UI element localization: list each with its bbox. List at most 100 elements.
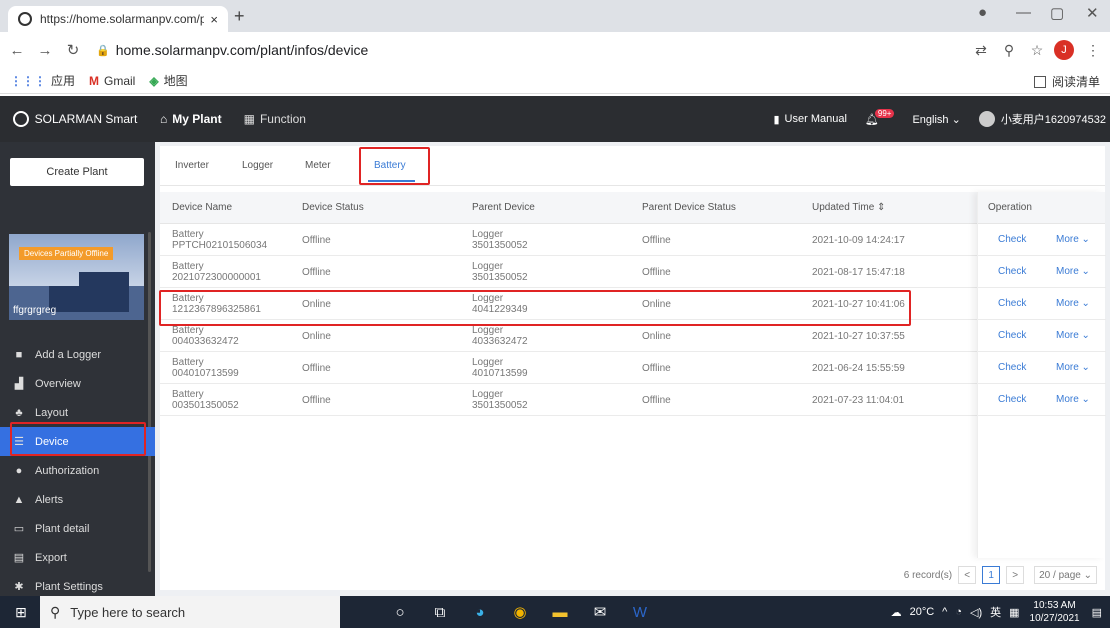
tray-overflow-icon[interactable]: ^ — [942, 606, 947, 618]
col-updated-time[interactable]: Updated Time ⇕ — [812, 192, 885, 224]
page-1-button[interactable]: 1 — [982, 566, 1001, 584]
sidebar-item-export[interactable]: ▤ Export — [0, 543, 155, 572]
sidebar-item-add-logger[interactable]: ■ Add a Logger — [0, 340, 155, 369]
minimize-icon[interactable]: — — [1016, 4, 1031, 21]
notification-center-icon[interactable]: ▤ — [1092, 606, 1102, 619]
taskbar-apps: ○ ⧉ ◕ ◉ ▬ ✉ W — [380, 603, 660, 622]
parent-device-cell-sn: 3501350052 — [472, 400, 528, 411]
maximize-icon[interactable]: ▢ — [1050, 4, 1064, 22]
operation-cell: Check More ⌄ — [978, 224, 1106, 256]
tab-close-icon[interactable]: × — [210, 12, 218, 27]
user-menu[interactable]: 小麦用户1620974532 — [978, 111, 1106, 127]
updated-time-cell-text: 2021-08-17 15:47:18 — [812, 266, 905, 278]
layout-icon: ♣ — [15, 406, 23, 419]
device-name-cell: Battery 2021072300000001 — [172, 256, 261, 288]
create-plant-button[interactable]: Create Plant — [10, 158, 144, 186]
url-field[interactable]: 🔒 home.solarmanpv.com/plant/infos/device — [96, 36, 970, 64]
bookmark-apps[interactable]: ⋮⋮⋮ 应用 — [10, 72, 75, 89]
network-icon[interactable]: ◔ — [955, 606, 962, 618]
more-dropdown[interactable]: More ⌄ — [1056, 234, 1090, 245]
more-dropdown[interactable]: More ⌄ — [1056, 394, 1090, 405]
zoom-icon[interactable]: ⚲ — [998, 42, 1020, 59]
browser-menu-icon[interactable]: ⋮ — [1082, 42, 1104, 59]
tab-meter[interactable]: Meter — [305, 160, 331, 171]
sidebar-item-plant-detail[interactable]: ▭ Plant detail — [0, 514, 155, 543]
user-manual-link[interactable]: ▮ User Manual — [773, 113, 846, 126]
taskbar-search[interactable]: ⚲ Type here to search — [40, 596, 340, 628]
highlight-box — [359, 147, 430, 185]
tab-title: https://home.solarmanpv.com/pl — [40, 12, 205, 26]
next-page-button[interactable]: > — [1006, 566, 1025, 584]
more-dropdown[interactable]: More ⌄ — [1056, 266, 1090, 277]
bookmark-gmail[interactable]: M Gmail — [89, 74, 135, 88]
browser-tab[interactable]: https://home.solarmanpv.com/pl × — [8, 6, 228, 32]
profile-menu-icon[interactable]: ● — [978, 4, 987, 21]
notifications-button[interactable]: 🔔︎ 99+ — [865, 108, 895, 126]
new-tab-button[interactable]: + — [234, 6, 245, 27]
page-size-select[interactable]: 20 / page ⌄ — [1034, 566, 1097, 584]
nav-function[interactable]: ▦ Function — [244, 112, 306, 126]
sidebar-menu: ■ Add a Logger ▟ Overview ♣ Layout ☰ Device … — [0, 340, 155, 601]
ime-indicator[interactable]: 英 — [990, 604, 1001, 620]
sidebar-item-label: Authorization — [35, 464, 100, 477]
parent-device-cell-text: Logger — [472, 325, 504, 336]
device-name-cell-text: Battery — [172, 389, 204, 400]
ime-mode-icon[interactable]: ▦ — [1009, 606, 1019, 619]
cortana-icon[interactable]: ○ — [380, 604, 420, 621]
check-button[interactable]: Check — [998, 330, 1026, 341]
table-header: Device Name Device Status Parent Device … — [160, 192, 1105, 224]
parent-device-cell-sn: 3501350052 — [472, 272, 528, 283]
profile-avatar[interactable]: J — [1054, 40, 1074, 60]
forward-icon[interactable]: → — [34, 42, 56, 59]
check-button[interactable]: Check — [998, 362, 1026, 373]
prev-page-button[interactable]: < — [958, 566, 977, 584]
sidebar-item-authorization[interactable]: ● Authorization — [0, 456, 155, 485]
tab-logger[interactable]: Logger — [242, 160, 273, 171]
mail-icon[interactable]: ✉ — [580, 603, 620, 621]
tab-inverter[interactable]: Inverter — [175, 160, 209, 171]
language-select[interactable]: English ⌄ — [912, 113, 960, 126]
device-status-cell-text: Offline — [302, 266, 331, 278]
chrome-icon[interactable]: ◉ — [500, 603, 540, 621]
bookmark-star-icon[interactable]: ☆ — [1026, 42, 1048, 59]
username: 小麦用户1620974532 — [1000, 114, 1106, 126]
reading-list-button[interactable]: 阅读清单 — [1033, 73, 1100, 90]
windows-start-icon[interactable]: ⊞ — [6, 604, 36, 621]
table-row: Battery PPTCH02101506034 Offline Logger 3501… — [160, 224, 1105, 256]
file-explorer-icon[interactable]: ▬ — [540, 604, 580, 621]
volume-icon[interactable]: ◁) — [970, 606, 982, 619]
weather-temp[interactable]: 20°C — [910, 606, 935, 618]
more-dropdown[interactable]: More ⌄ — [1056, 362, 1090, 373]
device-status-cell-text: Online — [302, 330, 331, 342]
reload-icon[interactable]: ↻ — [62, 41, 84, 59]
translate-icon[interactable]: ⇄ — [970, 42, 992, 59]
word-icon[interactable]: W — [620, 604, 660, 621]
close-window-icon[interactable]: ✕ — [1086, 4, 1099, 22]
sidebar-item-alerts[interactable]: ▲ Alerts — [0, 485, 155, 514]
nav-my-plant[interactable]: ⌂ My Plant — [160, 112, 222, 126]
edge-icon[interactable]: ◕ — [460, 604, 500, 621]
parent-device-cell: Logger 3501350052 — [472, 224, 528, 256]
check-button[interactable]: Check — [998, 394, 1026, 405]
apps-icon: ⋮⋮⋮ — [10, 73, 46, 88]
check-button[interactable]: Check — [998, 298, 1026, 309]
check-button[interactable]: Check — [998, 266, 1026, 277]
task-view-icon[interactable]: ⧉ — [420, 604, 460, 621]
col-device-status: Device Status — [302, 202, 364, 213]
bookmark-maps[interactable]: ◈ 地图 — [149, 72, 187, 89]
back-icon[interactable]: ← — [6, 42, 28, 59]
sidebar-item-overview[interactable]: ▟ Overview — [0, 369, 155, 398]
pagination: 6 record(s) < 1 > 20 / page ⌄ — [904, 566, 1097, 584]
plant-detail-icon: ▭ — [13, 523, 25, 535]
more-dropdown[interactable]: More ⌄ — [1056, 298, 1090, 309]
top-nav: ⌂ My Plant ▦ Function — [160, 112, 328, 126]
sidebar-item-label: Plant detail — [35, 522, 90, 535]
table-row: Battery 003501350052 Offline Logger 35013500… — [160, 384, 1105, 416]
browser-tab-bar: https://home.solarmanpv.com/pl × + ● — ▢… — [0, 0, 1110, 32]
brand[interactable]: SOLARMAN Smart — [0, 111, 150, 127]
overview-icon: ▟ — [14, 378, 24, 390]
plant-card[interactable]: Devices Partially Offline ffgrgrgreg — [9, 234, 144, 320]
check-button[interactable]: Check — [998, 234, 1026, 245]
more-dropdown[interactable]: More ⌄ — [1056, 330, 1090, 341]
clock[interactable]: 10:53 AM 10/27/2021 — [1030, 599, 1080, 625]
